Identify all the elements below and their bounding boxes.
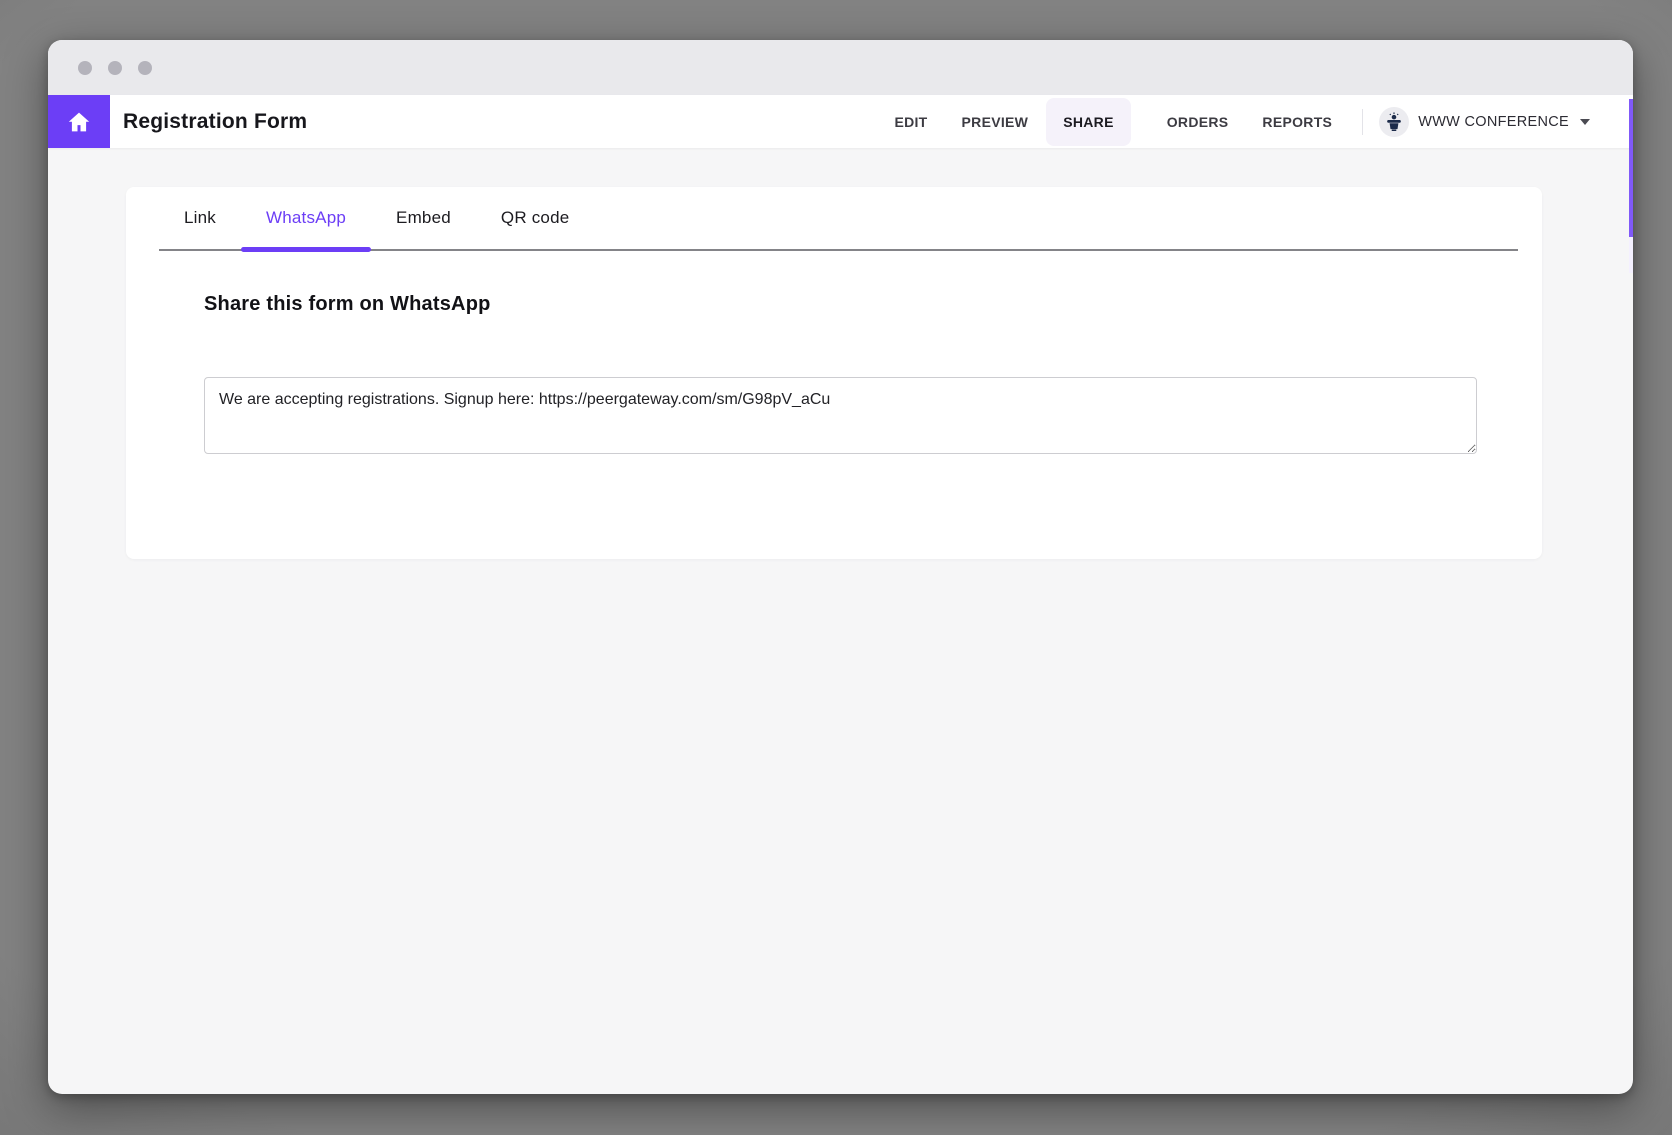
tab-qr-code[interactable]: QR code — [476, 187, 595, 249]
whatsapp-panel: Share this form on WhatsApp We are accep… — [126, 251, 1542, 459]
window-titlebar — [48, 40, 1633, 95]
browser-window: Registration Form EDIT PREVIEW SHARE ORD… — [48, 40, 1633, 1094]
window-control-dot[interactable] — [108, 61, 122, 75]
tab-whatsapp[interactable]: WhatsApp — [241, 187, 371, 249]
nav-divider — [1362, 109, 1363, 135]
home-icon — [67, 110, 91, 134]
top-nav: EDIT PREVIEW SHARE ORDERS REPORTS — [860, 98, 1633, 146]
tab-embed[interactable]: Embed — [371, 187, 476, 249]
avatar — [1379, 107, 1409, 137]
share-tabs: Link WhatsApp Embed QR code — [159, 187, 1518, 251]
podium-speaker-icon — [1383, 111, 1405, 133]
tab-link[interactable]: Link — [159, 187, 241, 249]
nav-share[interactable]: SHARE — [1046, 98, 1131, 146]
account-name: WWW CONFERENCE — [1418, 114, 1569, 130]
share-message-textarea[interactable]: We are accepting registrations. Signup h… — [204, 377, 1477, 454]
nav-edit[interactable]: EDIT — [894, 114, 927, 130]
window-control-dot[interactable] — [138, 61, 152, 75]
page-title: Registration Form — [123, 110, 307, 134]
account-menu-button[interactable]: WWW CONFERENCE — [1379, 107, 1590, 137]
share-card: Link WhatsApp Embed QR code Share this f… — [126, 187, 1542, 559]
nav-reports[interactable]: REPORTS — [1262, 114, 1332, 130]
app-header: Registration Form EDIT PREVIEW SHARE ORD… — [48, 95, 1633, 148]
chevron-down-icon — [1580, 119, 1590, 125]
nav-preview[interactable]: PREVIEW — [962, 114, 1029, 130]
nav-orders[interactable]: ORDERS — [1167, 114, 1229, 130]
window-control-dot[interactable] — [78, 61, 92, 75]
scrollbar-track[interactable] — [1629, 237, 1633, 273]
scrollbar-thumb[interactable] — [1629, 99, 1633, 237]
home-button[interactable] — [48, 95, 110, 148]
panel-heading: Share this form on WhatsApp — [204, 293, 1464, 316]
